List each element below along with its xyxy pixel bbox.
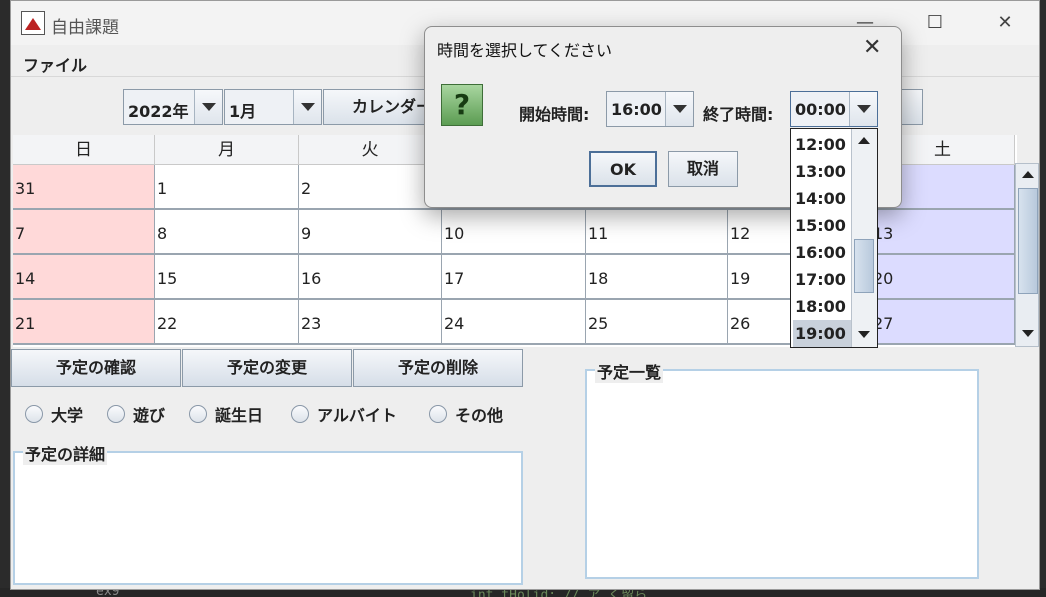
calendar-day-cell[interactable]: 11 <box>586 210 728 255</box>
end-time-option[interactable]: 19:00 <box>793 320 851 347</box>
calendar-scrollbar[interactable] <box>1015 163 1039 347</box>
schedule-list-legend: 予定一覧 <box>595 359 664 383</box>
radio-circle <box>429 405 447 423</box>
calendar-day-cell[interactable]: 25 <box>586 300 728 345</box>
calendar-day-cell[interactable]: 1 <box>155 165 299 210</box>
radio-label: その他 <box>455 406 504 425</box>
chevron-down-icon <box>849 92 877 126</box>
radio-label: 誕生日 <box>215 406 264 425</box>
radio-circle <box>189 405 207 423</box>
chevron-down-icon <box>665 92 693 126</box>
calendar-day-cell[interactable]: 31 <box>13 165 155 210</box>
calendar-day-cell[interactable]: 27 <box>871 300 1015 345</box>
calendar-day-cell[interactable]: 23 <box>299 300 442 345</box>
end-time-option[interactable]: 16:00 <box>793 239 851 266</box>
calendar-day-cell[interactable]: 21 <box>13 300 155 345</box>
calendar-day-cell[interactable]: 8 <box>155 210 299 255</box>
end-time-select[interactable]: 00:00 <box>790 91 878 127</box>
radio-other[interactable]: その他 <box>429 403 503 425</box>
schedule-list[interactable] <box>585 369 979 579</box>
end-time-label: 終了時間: <box>703 105 774 124</box>
change-schedule-button[interactable]: 予定の変更 <box>182 349 352 387</box>
end-time-option[interactable]: 18:00 <box>793 293 851 320</box>
end-time-option[interactable]: 15:00 <box>793 212 851 239</box>
calendar-day-cell[interactable]: 7 <box>13 210 155 255</box>
end-time-value: 00:00 <box>795 100 846 119</box>
maximize-button[interactable]: ☐ <box>915 11 955 35</box>
calendar-day-cell[interactable]: 20 <box>871 255 1015 300</box>
end-time-dropdown-list: 12:00 13:00 14:00 15:00 16:00 17:00 18:00 19:00 <box>790 128 878 348</box>
close-button[interactable]: ✕ <box>985 11 1025 35</box>
end-time-option[interactable]: 13:00 <box>793 158 851 185</box>
java-app-icon <box>21 11 45 35</box>
calendar-day-cell[interactable]: 18 <box>586 255 728 300</box>
details-textarea[interactable] <box>13 451 523 585</box>
radio-part-time-job[interactable]: アルバイト <box>291 403 397 425</box>
start-time-select[interactable]: 16:00 <box>606 91 694 127</box>
window-title: 自由課題 <box>51 18 119 38</box>
radio-label: アルバイト <box>317 406 397 425</box>
radio-birthday[interactable]: 誕生日 <box>189 403 263 425</box>
radio-circle <box>25 405 43 423</box>
details-legend: 予定の詳細 <box>23 441 108 465</box>
end-time-option[interactable]: 17:00 <box>793 266 851 293</box>
calendar-day-cell[interactable]: 2 <box>299 165 442 210</box>
scroll-thumb[interactable] <box>1018 188 1038 294</box>
calendar-day-cell[interactable]: 9 <box>299 210 442 255</box>
start-time-label: 開始時間: <box>519 105 590 124</box>
calendar-day-cell[interactable]: 22 <box>155 300 299 345</box>
radio-label: 大学 <box>51 406 84 425</box>
chevron-down-icon <box>293 90 321 124</box>
calendar-day-cell[interactable]: 17 <box>442 255 586 300</box>
month-select[interactable]: 1月 <box>224 89 322 125</box>
calendar-day-cell[interactable]: 16 <box>299 255 442 300</box>
ok-button[interactable]: OK <box>589 151 657 187</box>
dialog-title: 時間を選択してください <box>437 41 613 60</box>
calendar-day-cell[interactable]: 10 <box>442 210 586 255</box>
radio-circle <box>291 405 309 423</box>
end-time-option[interactable]: 12:00 <box>793 131 851 158</box>
dropdown-scrollbar[interactable] <box>851 129 877 347</box>
scroll-down-icon[interactable] <box>1022 330 1034 337</box>
scroll-up-icon[interactable] <box>858 137 870 144</box>
calendar-day-cell[interactable]: 24 <box>442 300 586 345</box>
weekday-header: 火 <box>299 135 442 165</box>
check-schedule-button[interactable]: 予定の確認 <box>11 349 181 387</box>
scroll-down-icon[interactable] <box>858 331 870 338</box>
calendar-day-cell[interactable]: 15 <box>155 255 299 300</box>
close-icon[interactable]: ✕ <box>863 35 881 60</box>
weekday-header: 日 <box>13 135 155 165</box>
radio-university[interactable]: 大学 <box>25 403 83 425</box>
question-icon: ? <box>441 84 483 126</box>
scroll-up-icon[interactable] <box>1022 171 1034 178</box>
year-select[interactable]: 2022年 <box>123 89 223 125</box>
cancel-button[interactable]: 取消 <box>668 151 738 187</box>
chevron-down-icon <box>194 90 222 124</box>
calendar-day-cell[interactable]: 13 <box>871 210 1015 255</box>
weekday-header: 月 <box>155 135 299 165</box>
radio-circle <box>107 405 125 423</box>
year-value: 2022年 <box>128 102 189 121</box>
scroll-thumb[interactable] <box>854 239 874 293</box>
end-time-option[interactable]: 14:00 <box>793 185 851 212</box>
radio-play[interactable]: 遊び <box>107 403 165 425</box>
menu-file[interactable]: ファイル <box>23 52 87 76</box>
delete-schedule-button[interactable]: 予定の削除 <box>353 349 523 387</box>
calendar-day-cell[interactable]: 14 <box>13 255 155 300</box>
month-value: 1月 <box>229 102 257 121</box>
radio-label: 遊び <box>133 406 166 425</box>
start-time-value: 16:00 <box>611 100 662 119</box>
